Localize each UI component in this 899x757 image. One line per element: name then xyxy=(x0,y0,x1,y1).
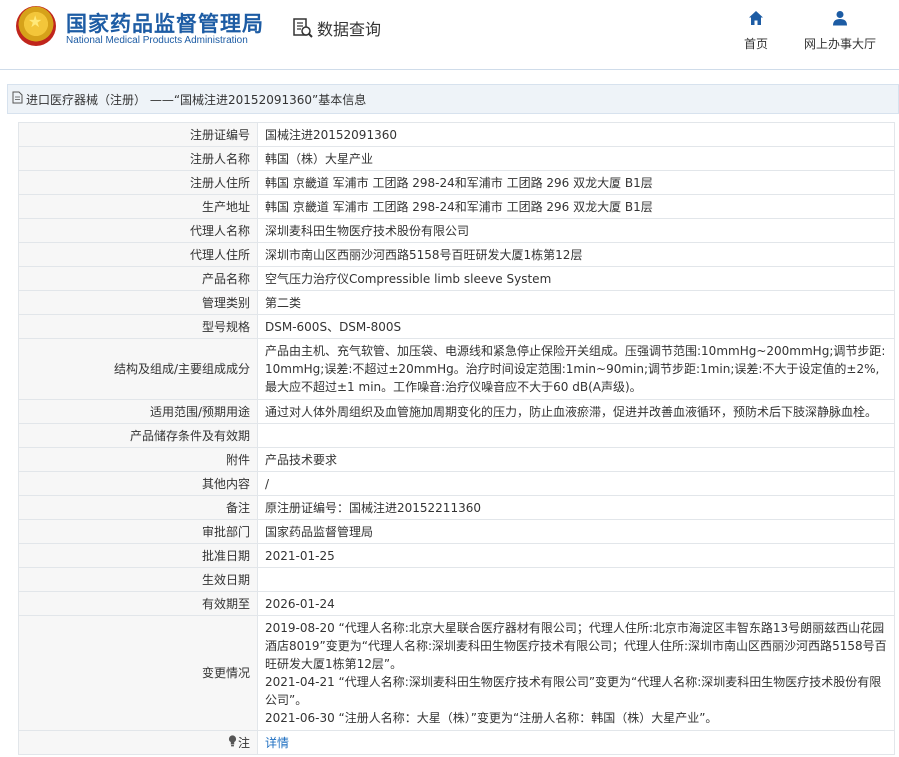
field-label: 生产地址 xyxy=(18,194,258,219)
change-entry: 2021-06-30 “注册人名称：大星（株）”变更为“注册人名称：韩国（株）大… xyxy=(265,711,718,725)
field-label: 代理人名称 xyxy=(18,218,258,243)
user-icon xyxy=(832,10,848,29)
nav-office-label: 网上办事大厅 xyxy=(804,37,877,51)
lightbulb-icon xyxy=(228,734,237,752)
field-label: 变更情况 xyxy=(18,615,258,731)
details-link[interactable]: 详情 xyxy=(265,736,289,750)
field-value: 产品技术要求 xyxy=(257,447,895,472)
field-value: 韩国（株）大星产业 xyxy=(257,146,895,171)
note-value-cell: 详情 xyxy=(257,730,895,755)
field-value: 第二类 xyxy=(257,290,895,315)
table-row: 型号规格 DSM-600S、DSM-800S xyxy=(18,314,895,339)
table-row: 注册证编号 国械注进20152091360 xyxy=(18,122,895,147)
field-value: 韩国 京畿道 军浦市 工团路 298-24和军浦市 工团路 296 双龙大厦 B… xyxy=(257,194,895,219)
table-row: 注 详情 xyxy=(18,730,895,755)
table-row: 生效日期 xyxy=(18,567,895,592)
field-value: 韩国 京畿道 军浦市 工团路 298-24和军浦市 工团路 296 双龙大厦 B… xyxy=(257,170,895,195)
org-name-cn[interactable]: 国家药品监督管理局 xyxy=(66,8,264,38)
field-label: 其他内容 xyxy=(18,471,258,496)
table-row: 有效期至 2026-01-24 xyxy=(18,591,895,616)
change-entry: 2019-08-20 “代理人名称:北京大星联合医疗器材有限公司；代理人住所:北… xyxy=(265,621,887,671)
note-label-cell: 注 xyxy=(18,730,258,755)
field-label: 注 xyxy=(237,735,250,750)
table-row: 审批部门 国家药品监督管理局 xyxy=(18,519,895,544)
field-label: 管理类别 xyxy=(18,290,258,315)
change-entry: 2021-04-21 “代理人名称:深圳麦科田生物医疗技术有限公司”变更为“代理… xyxy=(265,675,882,707)
field-value: 国械注进20152091360 xyxy=(257,122,895,147)
document-icon xyxy=(12,91,23,107)
table-row: 其他内容 / xyxy=(18,471,895,496)
record-title: 进口医疗器械（注册） ——“国械注进20152091360”基本信息 xyxy=(26,92,367,107)
document-search-icon xyxy=(292,17,314,39)
data-query-link[interactable]: 数据查询 xyxy=(292,16,381,40)
field-value xyxy=(257,423,895,448)
field-label: 生效日期 xyxy=(18,567,258,592)
table-row: 代理人名称 深圳麦科田生物医疗技术股份有限公司 xyxy=(18,218,895,243)
table-row: 代理人住所 深圳市南山区西丽沙河西路5158号百旺研发大厦1栋第12层 xyxy=(18,242,895,267)
table-row: 变更情况 2019-08-20 “代理人名称:北京大星联合医疗器材有限公司；代理… xyxy=(18,615,895,731)
field-label: 注册人住所 xyxy=(18,170,258,195)
field-value: 原注册证编号：国械注进20152211360 xyxy=(257,495,895,520)
field-label: 代理人住所 xyxy=(18,242,258,267)
nav-home-label: 首页 xyxy=(744,37,769,51)
field-label: 产品储存条件及有效期 xyxy=(18,423,258,448)
field-label: 注册证编号 xyxy=(18,122,258,147)
field-value xyxy=(257,567,895,592)
field-label: 型号规格 xyxy=(18,314,258,339)
field-label: 有效期至 xyxy=(18,591,258,616)
record-title-bar: 进口医疗器械（注册） ——“国械注进20152091360”基本信息 xyxy=(7,84,899,114)
table-row: 产品储存条件及有效期 xyxy=(18,423,895,448)
field-value: DSM-600S、DSM-800S xyxy=(257,314,895,339)
table-row: 注册人名称 韩国（株）大星产业 xyxy=(18,146,895,171)
field-value: 产品由主机、充气软管、加压袋、电源线和紧急停止保险开关组成。压强调节范围:10m… xyxy=(257,338,895,400)
field-value: 深圳市南山区西丽沙河西路5158号百旺研发大厦1栋第12层 xyxy=(257,242,895,267)
table-row: 结构及组成/主要组成成分 产品由主机、充气软管、加压袋、电源线和紧急停止保险开关… xyxy=(18,338,895,400)
table-row: 附件 产品技术要求 xyxy=(18,447,895,472)
table-row: 产品名称 空气压力治疗仪Compressible limb sleeve Sys… xyxy=(18,266,895,291)
field-label: 结构及组成/主要组成成分 xyxy=(18,338,258,400)
field-label: 批准日期 xyxy=(18,543,258,568)
site-header: ★ 国家药品监督管理局 National Medical Products Ad… xyxy=(0,0,899,70)
field-label: 注册人名称 xyxy=(18,146,258,171)
field-value: 空气压力治疗仪Compressible limb sleeve System xyxy=(257,266,895,291)
table-row: 管理类别 第二类 xyxy=(18,290,895,315)
field-label: 附件 xyxy=(18,447,258,472)
org-name-en[interactable]: National Medical Products Administration xyxy=(66,35,248,46)
field-label: 审批部门 xyxy=(18,519,258,544)
field-label: 产品名称 xyxy=(18,266,258,291)
nav-online-office[interactable]: 网上办事大厅 xyxy=(804,10,876,52)
field-value: 2021-01-25 xyxy=(257,543,895,568)
field-value: 2026-01-24 xyxy=(257,591,895,616)
registration-info-table: 注册证编号 国械注进20152091360 注册人名称 韩国（株）大星产业 注册… xyxy=(18,122,895,755)
field-value: 深圳麦科田生物医疗技术股份有限公司 xyxy=(257,218,895,243)
table-row: 生产地址 韩国 京畿道 军浦市 工团路 298-24和军浦市 工团路 296 双… xyxy=(18,194,895,219)
home-icon xyxy=(748,10,764,29)
data-query-label: 数据查询 xyxy=(317,20,382,39)
nav-home[interactable]: 首页 xyxy=(744,10,768,52)
national-emblem-icon[interactable]: ★ xyxy=(16,6,56,46)
field-value: 通过对人体外周组织及血管施加周期变化的压力，防止血液瘀滞，促进并改善血液循环，预… xyxy=(257,399,895,424)
table-row: 批准日期 2021-01-25 xyxy=(18,543,895,568)
field-label: 备注 xyxy=(18,495,258,520)
table-row: 注册人住所 韩国 京畿道 军浦市 工团路 298-24和军浦市 工团路 296 … xyxy=(18,170,895,195)
change-history: 2019-08-20 “代理人名称:北京大星联合医疗器材有限公司；代理人住所:北… xyxy=(257,615,895,731)
field-value: / xyxy=(257,471,895,496)
table-row: 备注 原注册证编号：国械注进20152211360 xyxy=(18,495,895,520)
table-row: 适用范围/预期用途 通过对人体外周组织及血管施加周期变化的压力，防止血液瘀滞，促… xyxy=(18,399,895,424)
field-value: 国家药品监督管理局 xyxy=(257,519,895,544)
field-label: 适用范围/预期用途 xyxy=(18,399,258,424)
